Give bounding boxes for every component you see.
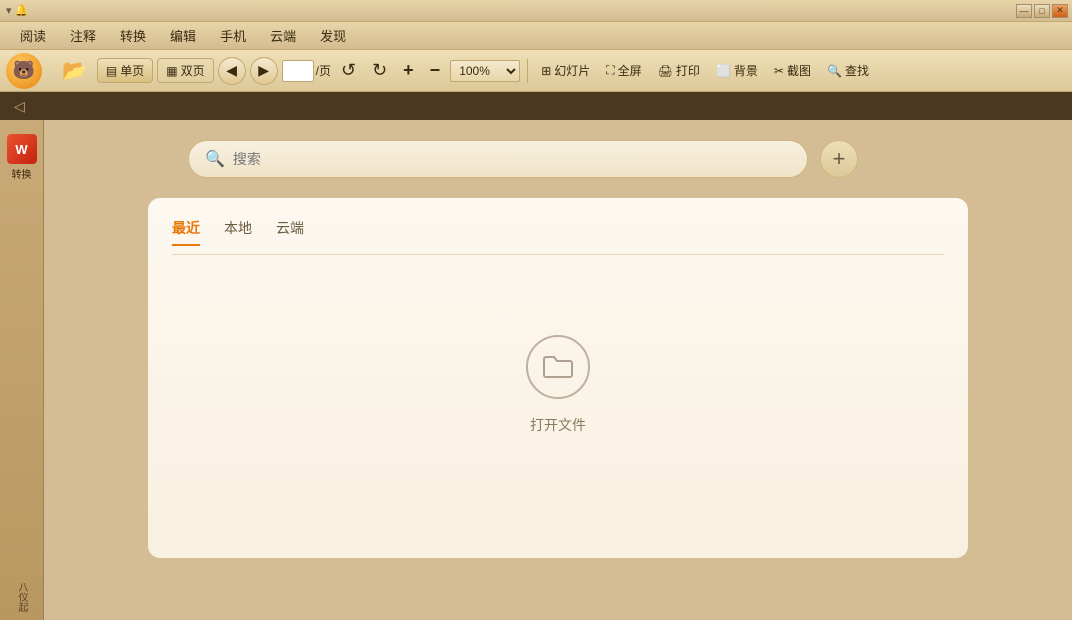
convert-icon-box: W <box>7 134 37 164</box>
find-button[interactable]: 🔍 查找 <box>821 59 875 82</box>
menu-convert[interactable]: 转换 <box>108 24 158 47</box>
double-page-label: 双页 <box>181 62 205 79</box>
close-button[interactable]: ✕ <box>1052 4 1068 18</box>
single-page-label: 单页 <box>120 62 144 79</box>
background-button[interactable]: ⬜ 背景 <box>710 59 764 82</box>
tab-recent[interactable]: 最近 <box>172 218 200 246</box>
open-folder-icon[interactable] <box>526 335 590 399</box>
empty-state: 打开文件 <box>172 275 944 495</box>
print-icon: 🖨 <box>658 64 673 78</box>
zoom-select[interactable]: 100% 50% 75% 125% 150% 200% <box>450 60 520 82</box>
fullscreen-button[interactable]: ⛶ 全屏 <box>600 59 647 82</box>
app-logo[interactable]: 🐻 <box>6 53 42 89</box>
double-page-icon: ▦ <box>166 64 177 78</box>
content-area: 🔍 + 最近 本地 云端 打开文件 <box>44 120 1072 620</box>
sys-tray-icon: ▾ 🔔 <box>0 4 28 17</box>
zoom-out-button[interactable]: − <box>424 57 447 84</box>
menu-annotate[interactable]: 注释 <box>58 24 108 47</box>
print-button[interactable]: 🖨 打印 <box>652 59 706 82</box>
tab-cloud[interactable]: 云端 <box>276 218 304 246</box>
screenshot-button[interactable]: ✂ 截图 <box>768 59 817 82</box>
single-page-icon: ▤ <box>106 64 117 78</box>
menu-edit[interactable]: 编辑 <box>158 24 208 47</box>
menu-discover[interactable]: 发现 <box>308 24 358 47</box>
find-icon: 🔍 <box>827 64 842 78</box>
search-input[interactable] <box>233 151 791 167</box>
forward-button[interactable]: ▶ <box>250 57 278 85</box>
sidebar-bottom-label[interactable]: 八仪起 <box>14 582 29 620</box>
tab-local[interactable]: 本地 <box>224 218 252 246</box>
sidebar: W 转换 八仪起 <box>0 120 44 620</box>
convert-icon-label: W <box>15 142 27 157</box>
page-suffix: /页 <box>316 62 331 79</box>
minimize-button[interactable]: — <box>1016 4 1032 18</box>
convert-label: 转换 <box>12 166 32 181</box>
menu-cloud[interactable]: 云端 <box>258 24 308 47</box>
open-file-button[interactable]: 📂 <box>56 55 93 86</box>
open-file-label: 打开文件 <box>530 415 586 435</box>
slideshow-button[interactable]: ⊞ 幻灯片 <box>535 59 596 82</box>
search-row: 🔍 + <box>188 140 928 178</box>
nav-back-button[interactable]: ◁ <box>8 96 31 117</box>
slideshow-icon: ⊞ <box>541 64 551 78</box>
menu-bar: 阅读 注释 转换 编辑 手机 云端 发现 <box>0 22 1072 50</box>
undo-button[interactable]: ↺ <box>335 57 362 84</box>
search-bar: 🔍 <box>188 140 808 178</box>
tab-bar: 最近 本地 云端 <box>172 218 944 255</box>
zoom-in-button[interactable]: + <box>397 57 420 84</box>
double-page-button[interactable]: ▦ 双页 <box>157 58 213 83</box>
menu-read[interactable]: 阅读 <box>8 24 58 47</box>
toolbar: 🐻 📂 ▤ 单页 ▦ 双页 ◀ ▶ /页 ↺ ↻ + − 100% 50% 75… <box>0 50 1072 92</box>
title-bar: ▾ 🔔 — □ ✕ <box>0 0 1072 22</box>
folder-icon: 📂 <box>62 58 87 83</box>
scissors-icon: ✂ <box>774 64 784 78</box>
nav-strip: ◁ <box>0 92 1072 120</box>
add-button[interactable]: + <box>820 140 858 178</box>
separator-1 <box>527 59 528 83</box>
main-area: W 转换 八仪起 🔍 + 最近 本地 云端 <box>0 120 1072 620</box>
sidebar-item-convert[interactable]: W 转换 <box>3 128 41 185</box>
page-input-area: /页 <box>282 60 331 82</box>
add-icon: + <box>833 146 846 172</box>
page-number-input[interactable] <box>282 60 314 82</box>
background-icon: ⬜ <box>716 64 731 78</box>
single-page-button[interactable]: ▤ 单页 <box>97 58 153 83</box>
fullscreen-icon: ⛶ <box>606 63 614 78</box>
search-icon: 🔍 <box>205 149 225 169</box>
menu-phone[interactable]: 手机 <box>208 24 258 47</box>
redo-button[interactable]: ↻ <box>366 57 393 84</box>
back-button[interactable]: ◀ <box>218 57 246 85</box>
maximize-button[interactable]: □ <box>1034 4 1050 18</box>
file-panel: 最近 本地 云端 打开文件 <box>148 198 968 558</box>
